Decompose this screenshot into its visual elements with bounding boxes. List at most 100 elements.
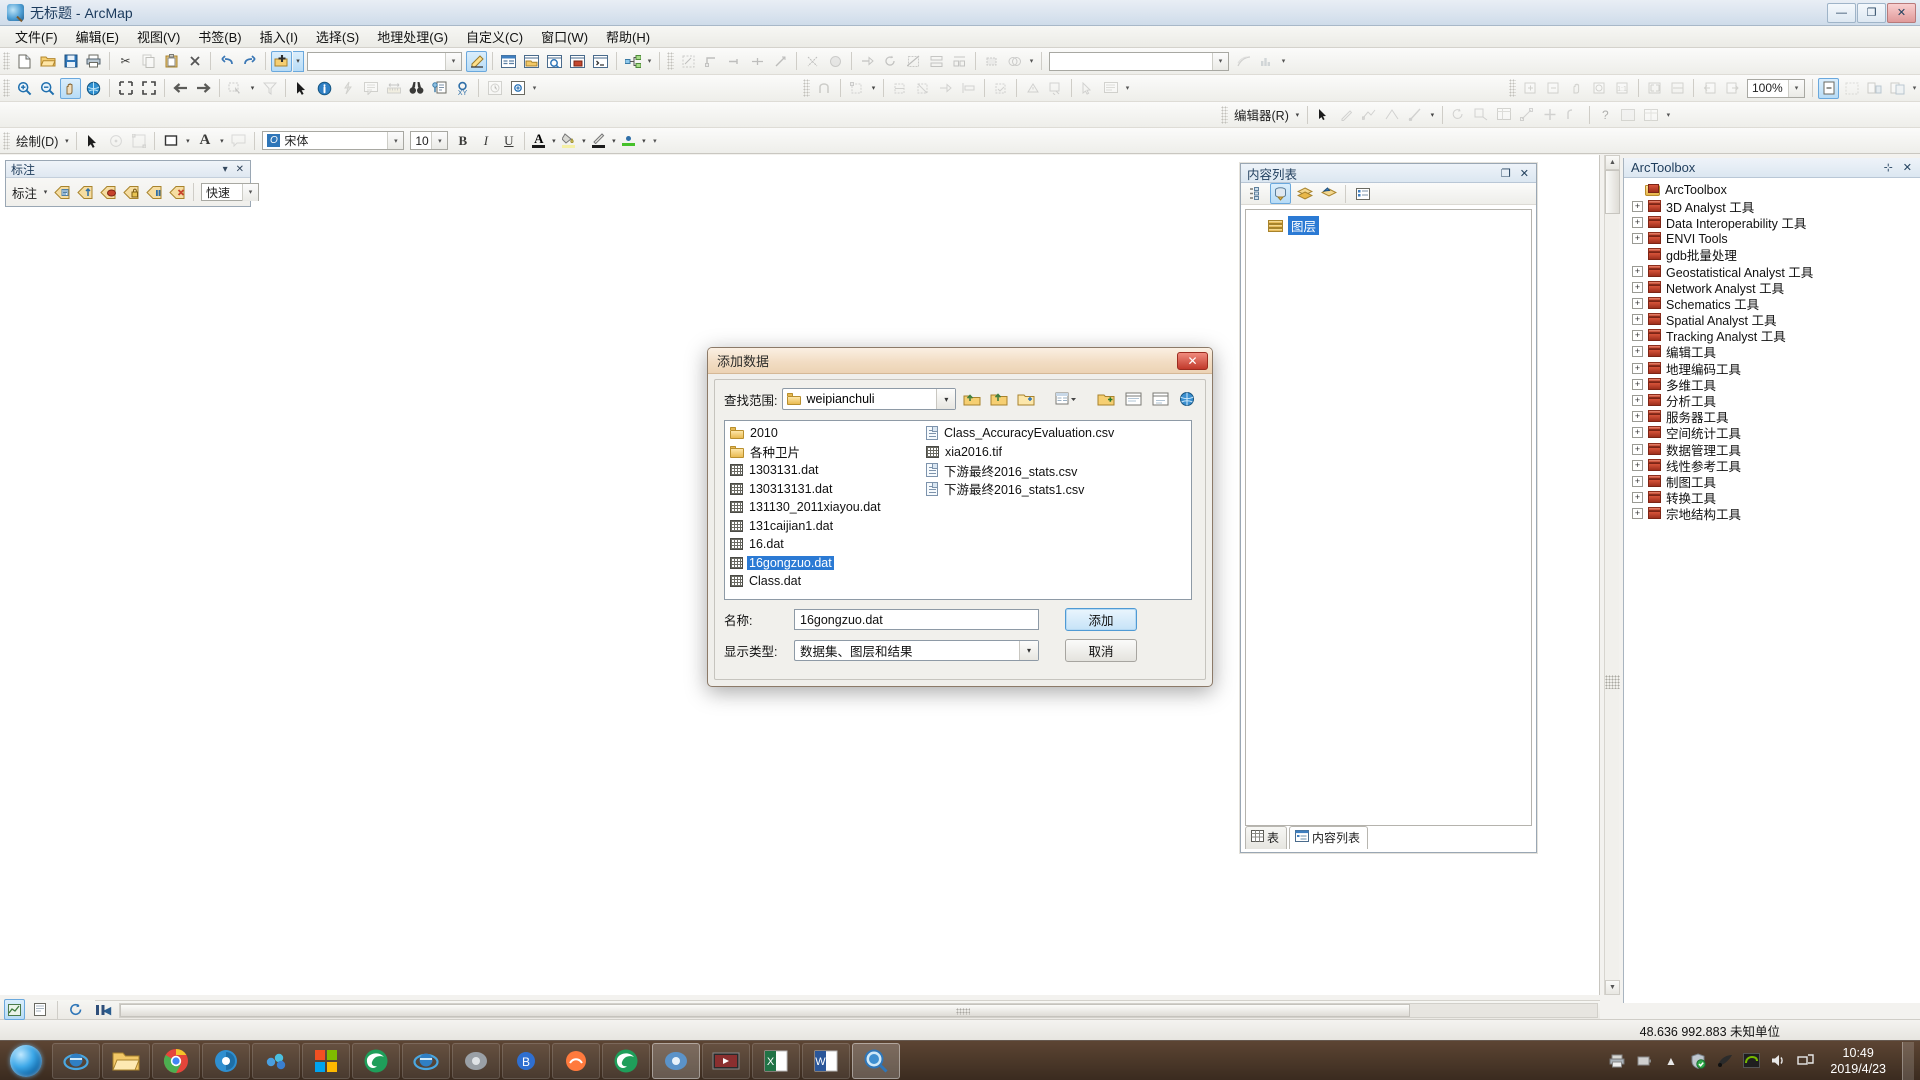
file-list-item[interactable]: 2010 — [728, 424, 924, 443]
scroll-track[interactable] — [119, 1003, 1598, 1018]
edit-tool-arrow-icon[interactable] — [1313, 104, 1334, 125]
tray-volume-icon[interactable] — [1770, 1052, 1787, 1069]
expand-icon[interactable]: + — [1632, 444, 1643, 455]
align-edge-icon[interactable] — [958, 78, 979, 99]
expand-icon[interactable]: + — [1632, 476, 1643, 487]
toc-restore-icon[interactable]: ❐ — [1501, 167, 1511, 180]
layout-full-extent-icon[interactable] — [1589, 78, 1610, 99]
chevron-down-icon[interactable]: ▾ — [242, 184, 258, 201]
rotate-element-icon[interactable] — [105, 130, 126, 151]
file-list-item[interactable]: Class_AccuracyEvaluation.csv — [924, 424, 1120, 443]
file-list-item[interactable]: Class.dat — [728, 572, 924, 591]
tray-nvidia-icon[interactable] — [1743, 1052, 1760, 1069]
toolbox-cartography[interactable]: + 制图工具 — [1628, 473, 1920, 489]
fill-color-dropdown[interactable]: ▾ — [578, 130, 589, 151]
toolbox-3d-analyst[interactable]: + 3D Analyst 工具 — [1628, 198, 1920, 214]
open-document-icon[interactable] — [37, 51, 58, 72]
toolbar-overflow-icon[interactable]: ▾ — [1909, 77, 1920, 99]
toc-tab-contents[interactable]: 内容列表 — [1289, 826, 1368, 849]
menu-geoprocessing[interactable]: 地理处理(G) — [368, 25, 457, 48]
file-list-item[interactable]: xia2016.tif — [924, 443, 1120, 462]
toolbox-gdb-batch[interactable]: gdb批量处理 — [1628, 247, 1920, 263]
pause-drawing-icon[interactable] — [90, 999, 111, 1020]
chevron-down-icon[interactable]: ▾ — [936, 389, 955, 409]
chevron-down-icon[interactable]: ▾ — [387, 132, 403, 149]
new-callout-icon[interactable] — [228, 130, 249, 151]
file-list-item[interactable]: 130313131.dat — [728, 480, 924, 499]
file-list-item[interactable]: 下游最终2016_stats1.csv — [924, 480, 1120, 499]
toolbar-grip[interactable] — [3, 52, 10, 70]
scale-combo[interactable]: ▾ — [307, 52, 462, 71]
toggle-details-icon[interactable] — [1122, 388, 1144, 410]
list-by-drawing-order-icon[interactable] — [1246, 183, 1267, 204]
toc-tree[interactable]: 图层 — [1245, 209, 1532, 826]
validate-topology-icon[interactable] — [990, 78, 1011, 99]
select-topology-icon[interactable] — [1077, 78, 1098, 99]
topology-edit-icon[interactable] — [889, 78, 910, 99]
focus-data-frame-icon[interactable] — [1841, 78, 1862, 99]
intersection-icon[interactable] — [802, 51, 823, 72]
toolbox-geocoding[interactable]: + 地理编码工具 — [1628, 360, 1920, 376]
chevron-down-icon[interactable]: ▾ — [1788, 80, 1804, 97]
change-layout-icon[interactable] — [1864, 78, 1885, 99]
taskbar-cloud-app-button[interactable] — [252, 1043, 300, 1079]
connect-to-folder-icon[interactable] — [988, 388, 1010, 410]
menu-view[interactable]: 视图(V) — [128, 25, 189, 48]
toolbox-server[interactable]: + 服务器工具 — [1628, 409, 1920, 425]
tray-network-icon[interactable] — [1716, 1052, 1733, 1069]
expand-icon[interactable]: + — [1632, 379, 1643, 390]
toolbox-conversion[interactable]: + 转换工具 — [1628, 490, 1920, 506]
edit-sketch-icon[interactable] — [678, 51, 699, 72]
expand-icon[interactable]: + — [1632, 363, 1643, 374]
edit-vertices2-icon[interactable] — [1359, 104, 1380, 125]
tangent-curve-icon[interactable] — [770, 51, 791, 72]
toc-options-icon[interactable] — [1352, 183, 1373, 204]
pause-labeling-icon[interactable] — [144, 182, 165, 203]
expand-icon[interactable]: + — [1632, 282, 1643, 293]
maximize-button[interactable]: ❐ — [1857, 3, 1886, 23]
add-folder-connection-icon[interactable] — [1095, 388, 1117, 410]
tray-network-connection-icon[interactable] — [1797, 1052, 1814, 1069]
toolbox-parcel-fabric[interactable]: + 宗地结构工具 — [1628, 506, 1920, 522]
new-shape-dropdown[interactable]: ▾ — [182, 130, 193, 151]
name-input[interactable]: 16gongzuo.dat — [794, 609, 1039, 630]
pin-icon[interactable]: ⊹ — [1884, 161, 1893, 174]
menu-edit[interactable]: 编辑(E) — [67, 25, 128, 48]
histogram-icon[interactable] — [1256, 51, 1277, 72]
editor-toolbar-icon[interactable] — [466, 51, 487, 72]
reshape2-icon[interactable] — [1382, 104, 1403, 125]
cut-icon[interactable]: ✂ — [115, 51, 136, 72]
table-of-contents-icon[interactable] — [498, 51, 519, 72]
toolbar-overflow-icon[interactable]: ▾ — [1122, 77, 1133, 99]
arctoolbox-close-icon[interactable]: ✕ — [1903, 161, 1912, 174]
show-desktop-button[interactable] — [1902, 1042, 1914, 1080]
html-popup-icon[interactable] — [360, 78, 381, 99]
georeference-icon[interactable] — [1233, 51, 1254, 72]
toolbar-overflow-icon[interactable]: ▾ — [1663, 104, 1674, 126]
font-size-combo[interactable]: 10 ▾ — [410, 131, 448, 150]
scale-tool-icon[interactable] — [1471, 104, 1492, 125]
label-quick-combo[interactable]: 快速 ▾ — [201, 183, 259, 201]
expand-icon[interactable]: + — [1632, 508, 1643, 519]
toolbox-data-interoperability[interactable]: + Data Interoperability 工具 — [1628, 214, 1920, 230]
taskbar-arcmap-button[interactable] — [852, 1043, 900, 1079]
attributes-icon[interactable] — [1494, 104, 1515, 125]
toc-root-node[interactable]: 图层 — [1246, 210, 1531, 235]
minimize-button[interactable]: — — [1827, 3, 1856, 23]
catalog-window-icon[interactable] — [521, 51, 542, 72]
toolbar-grip[interactable] — [3, 79, 10, 97]
measure-icon[interactable] — [383, 78, 404, 99]
merge-icon[interactable] — [949, 51, 970, 72]
new-rectangle-icon[interactable] — [160, 130, 181, 151]
taskbar-explorer-button[interactable] — [102, 1043, 150, 1079]
sphere-icon[interactable] — [825, 51, 846, 72]
identify-icon[interactable] — [314, 78, 335, 99]
editor-window-icon[interactable] — [1618, 104, 1639, 125]
font-color-dropdown[interactable]: ▾ — [548, 130, 559, 151]
taskbar-chrome-button[interactable] — [152, 1043, 200, 1079]
toolbox-window-icon[interactable] — [567, 51, 588, 72]
line-color-dropdown[interactable]: ▾ — [608, 130, 619, 151]
select-elements-icon[interactable] — [82, 130, 103, 151]
label-priority-icon[interactable] — [75, 182, 96, 203]
tray-up-arrow-icon[interactable]: ▲ — [1662, 1052, 1679, 1069]
